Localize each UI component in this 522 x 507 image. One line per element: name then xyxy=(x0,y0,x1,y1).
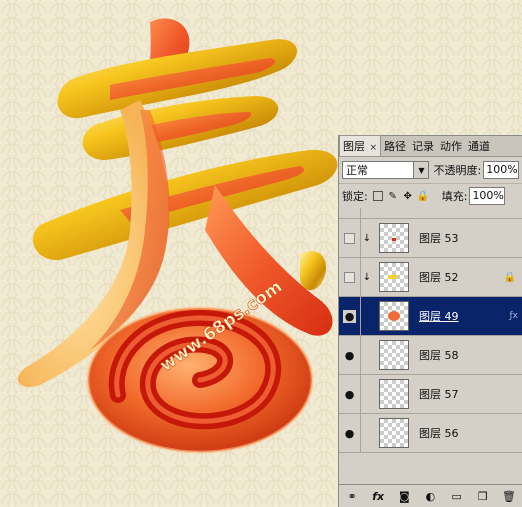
layer-name[interactable]: 图层 58 xyxy=(419,347,459,363)
visibility-toggle[interactable]: ● xyxy=(339,375,361,413)
eye-icon: ● xyxy=(344,348,355,362)
layer-thumbnail xyxy=(379,223,409,253)
blend-mode-select[interactable]: 正常 ▼ xyxy=(342,161,430,179)
tab-channels[interactable]: 通道 xyxy=(465,136,493,156)
layer-name[interactable]: 图层 56 xyxy=(419,425,459,441)
lock-position-icon[interactable]: ✥ xyxy=(403,191,413,202)
clipping-arrow-icon: ↓ xyxy=(362,271,372,283)
layer-name[interactable]: 图层 53 xyxy=(419,230,459,246)
clipping-arrow-icon: ↓ xyxy=(362,232,372,244)
close-icon[interactable]: × xyxy=(370,143,378,153)
layer-row[interactable]: ● 图层 57 xyxy=(339,375,522,414)
visibility-toggle[interactable] xyxy=(339,258,361,296)
trash-icon[interactable]: 🗑 xyxy=(502,490,516,503)
layer-row[interactable]: ↓ 图层 53 xyxy=(339,219,522,258)
tab-actions[interactable]: 动作 xyxy=(437,136,465,156)
opacity-input[interactable]: 100% xyxy=(483,161,519,179)
layer-name[interactable]: 图层 57 xyxy=(419,386,459,402)
lock-label: 锁定: xyxy=(342,190,368,203)
layer-row[interactable] xyxy=(339,208,522,219)
layer-name[interactable]: 图层 52 xyxy=(419,269,459,285)
fx-icon[interactable]: fx xyxy=(371,490,385,503)
layer-thumbnail xyxy=(379,418,409,448)
layer-row[interactable]: ↓ 图层 52 🔒 xyxy=(339,258,522,297)
fill-label: 填充: xyxy=(441,190,468,203)
layer-list: ↓ 图层 53 ↓ 图层 52 🔒 ● 图层 49 ƒx ● 图层 58 ● 图… xyxy=(339,208,522,478)
adjustment-icon[interactable]: ◐ xyxy=(423,490,437,503)
fx-icon[interactable]: ƒx xyxy=(510,311,519,321)
lock-transparency-icon[interactable] xyxy=(372,191,383,201)
eye-icon: ● xyxy=(344,387,355,401)
new-layer-icon[interactable]: ❐ xyxy=(476,490,490,503)
panel-footer: ⚭ fx ◙ ◐ ▭ ❐ 🗑 xyxy=(339,484,522,507)
lock-image-icon[interactable]: ✎ xyxy=(388,191,398,202)
layer-row[interactable]: ● 图层 58 xyxy=(339,336,522,375)
visibility-toggle[interactable]: ● xyxy=(339,297,361,335)
visibility-toggle[interactable] xyxy=(339,208,361,218)
layer-thumbnail xyxy=(379,340,409,370)
lock-all-icon[interactable]: 🔒 xyxy=(417,191,429,202)
visibility-toggle[interactable]: ● xyxy=(339,336,361,374)
chevron-down-icon[interactable]: ▼ xyxy=(413,162,429,178)
layer-thumbnail xyxy=(379,379,409,409)
lock-row: 锁定: ✎ ✥ 🔒 填充: 100% xyxy=(339,183,522,209)
layer-name[interactable]: 图层 49 xyxy=(419,308,459,324)
panel-tabs: 图层 × 路径 记录 动作 通道 xyxy=(339,135,522,157)
layer-row-selected[interactable]: ● 图层 49 ƒx xyxy=(339,297,522,336)
link-icon[interactable]: ⚭ xyxy=(345,490,359,503)
visibility-toggle[interactable] xyxy=(339,219,361,257)
tab-paths[interactable]: 路径 xyxy=(381,136,409,156)
blend-row: 正常 ▼ 不透明度: 100% xyxy=(339,157,522,183)
layer-thumbnail xyxy=(379,301,409,331)
layer-thumbnail xyxy=(379,262,409,292)
mask-icon[interactable]: ◙ xyxy=(397,490,411,503)
tab-history[interactable]: 记录 xyxy=(409,136,437,156)
fill-input[interactable]: 100% xyxy=(469,187,506,205)
lock-icon: 🔒 xyxy=(503,271,516,283)
group-icon[interactable]: ▭ xyxy=(450,490,464,503)
layers-panel: 图层 × 路径 记录 动作 通道 正常 ▼ 不透明度: 100% 锁定: ✎ ✥… xyxy=(338,135,522,507)
tab-layers[interactable]: 图层 × xyxy=(339,135,382,156)
character-stroke-group xyxy=(17,18,338,454)
layer-row[interactable]: ● 图层 56 xyxy=(339,414,522,453)
visibility-toggle[interactable]: ● xyxy=(339,414,361,452)
eye-icon: ● xyxy=(342,309,357,323)
eye-icon: ● xyxy=(344,426,355,440)
opacity-label: 不透明度: xyxy=(433,164,482,177)
